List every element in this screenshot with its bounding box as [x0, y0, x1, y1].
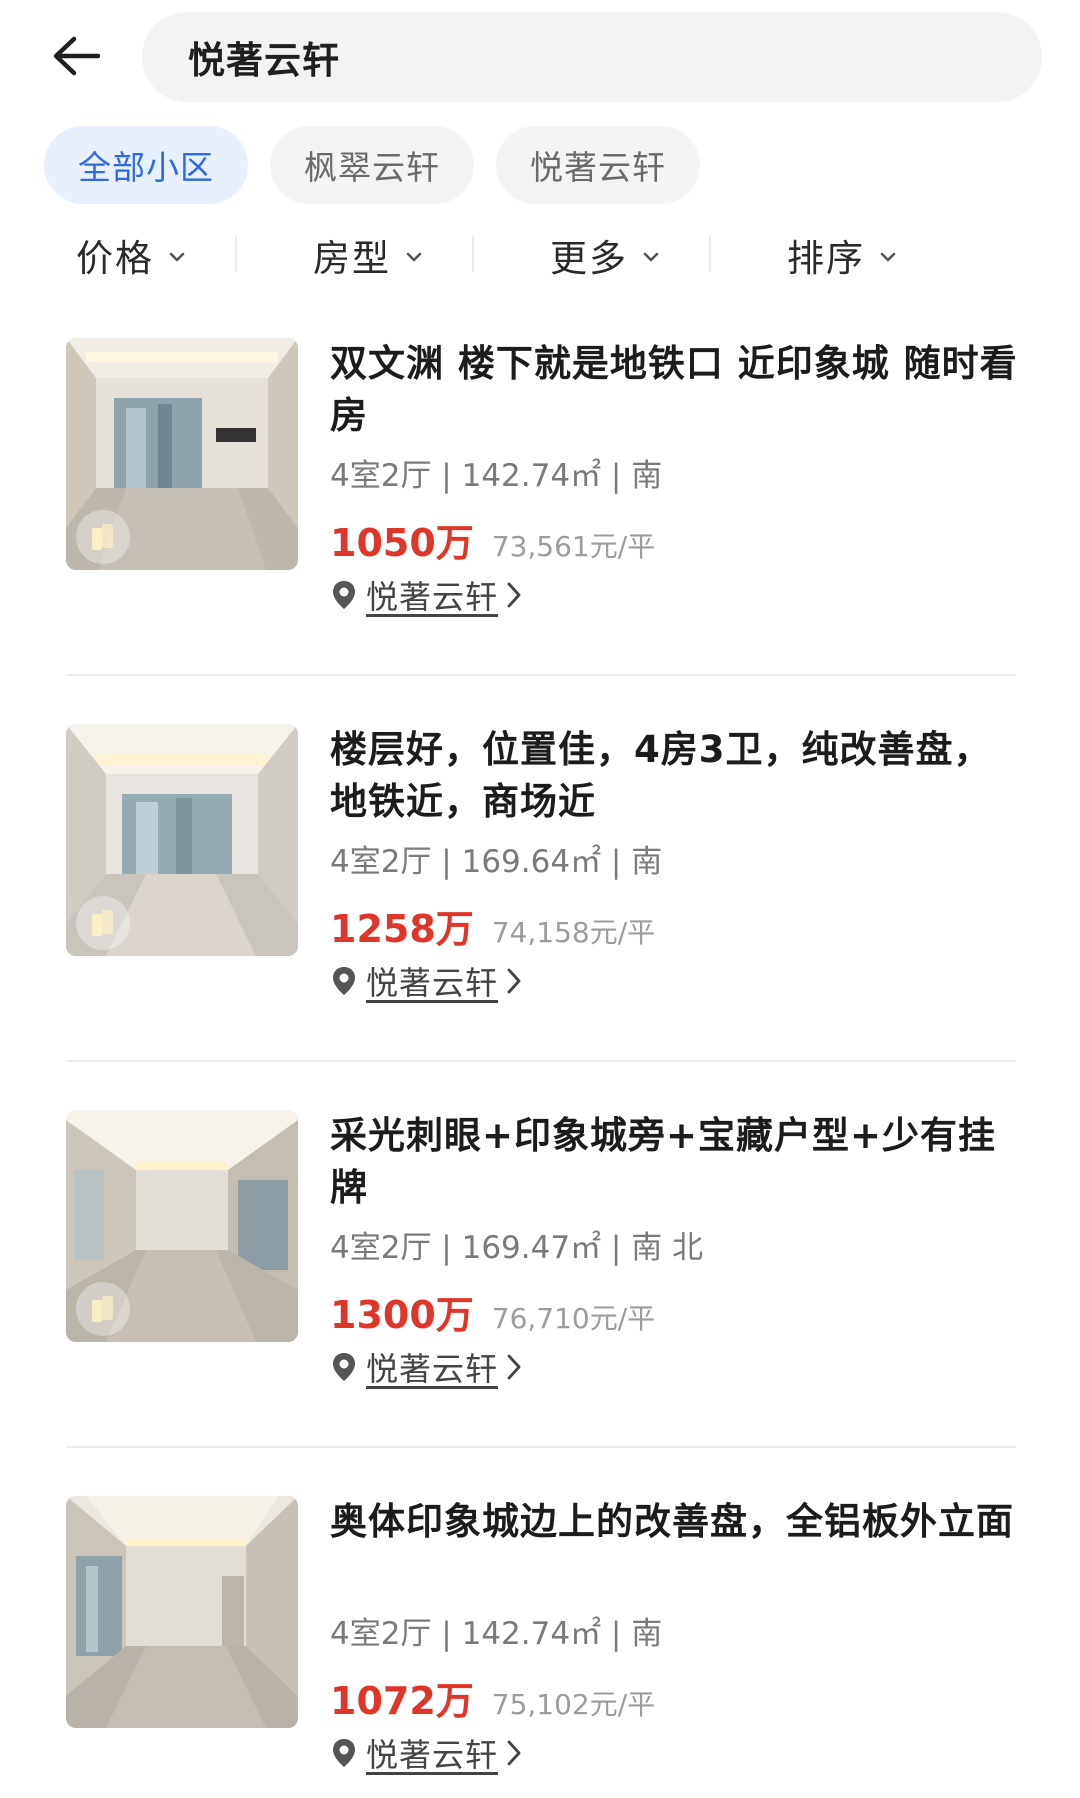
search-query-text: 悦著云轩 — [188, 39, 340, 82]
filter-sort[interactable]: 排序 — [711, 218, 948, 292]
listing-price-row: 1300万 76,710元/平 — [330, 1284, 1020, 1337]
listing-community-name: 悦著云轩 — [366, 578, 499, 616]
filter-price[interactable]: 价格 — [0, 218, 237, 292]
listing-photo — [66, 1496, 298, 1728]
listing-community-link[interactable]: 悦著云轩 — [330, 1730, 1020, 1776]
chip-community-yuezhu[interactable]: 悦著云轩 — [496, 126, 700, 204]
filter-layout-label: 房型 — [313, 237, 391, 280]
filter-more[interactable]: 更多 — [474, 218, 711, 292]
listing-divider — [66, 674, 1016, 676]
back-button[interactable] — [46, 30, 106, 82]
listing-unit-price: 73,561元/平 — [491, 530, 656, 563]
listing-total-price: 1072万 — [330, 1679, 474, 1723]
chip-all-communities[interactable]: 全部小区 — [44, 126, 248, 204]
listing-specs: 4室2厅 | 169.64㎡ | 南 — [330, 844, 663, 880]
chevron-right-icon — [507, 1740, 521, 1766]
listing-total-price: 1300万 — [330, 1293, 474, 1337]
location-pin-icon — [333, 967, 355, 995]
listing-specs: 4室2厅 | 169.47㎡ | 南 北 — [330, 1230, 704, 1266]
listing-card[interactable]: 采光刺眼+印象城旁+宝藏户型+少有挂牌 4室2厅 | 169.47㎡ | 南 北… — [66, 1110, 1016, 1490]
caret-down-icon — [880, 252, 896, 262]
location-pin-icon — [333, 1739, 355, 1767]
listing-specs: 4室2厅 | 142.74㎡ | 南 — [330, 458, 663, 494]
listing-title: 双文渊 楼下就是地铁口 近印象城 随时看房 — [330, 342, 1018, 437]
chevron-right-icon — [507, 968, 521, 994]
listing-unit-price: 76,710元/平 — [491, 1302, 656, 1335]
listing-info: 采光刺眼+印象城旁+宝藏户型+少有挂牌 4室2厅 | 169.47㎡ | 南 北… — [330, 1110, 1020, 1390]
caret-down-icon — [169, 252, 185, 262]
listing-title: 采光刺眼+印象城旁+宝藏户型+少有挂牌 — [330, 1114, 997, 1209]
vr-tour-icon — [76, 1282, 130, 1336]
listing-photo — [66, 338, 298, 570]
listing-specs: 4室2厅 | 142.74㎡ | 南 — [330, 1616, 663, 1652]
listing-price-row: 1258万 74,158元/平 — [330, 898, 1020, 951]
chevron-right-icon — [507, 1354, 521, 1380]
location-pin-icon — [333, 1353, 355, 1381]
community-chip-bar: 全部小区 枫翠云轩 悦著云轩 — [44, 126, 700, 204]
listing-community-link[interactable]: 悦著云轩 — [330, 572, 1020, 618]
listing-total-price: 1050万 — [330, 521, 474, 565]
listing-photo — [66, 724, 298, 956]
listing-community-name: 悦著云轩 — [366, 964, 499, 1002]
listing-community-link[interactable]: 悦著云轩 — [330, 958, 1020, 1004]
arrow-left-icon — [53, 36, 100, 76]
listing-card[interactable]: 楼层好，位置佳，4房3卫，纯改善盘，地铁近，商场近 4室2厅 | 169.64㎡… — [66, 724, 1016, 1104]
listing-total-price: 1258万 — [330, 907, 474, 951]
listing-unit-price: 75,102元/平 — [491, 1688, 656, 1721]
search-header: 悦著云轩 — [0, 0, 1080, 112]
search-results-page: 悦著云轩 全部小区 枫翠云轩 悦著云轩 价格 房型 更多 排序 双文渊 楼下就是… — [0, 0, 1080, 1798]
listing-unit-price: 74,158元/平 — [491, 916, 656, 949]
filter-price-label: 价格 — [76, 237, 154, 280]
chevron-right-icon — [507, 582, 521, 608]
filter-more-label: 更多 — [550, 237, 628, 280]
listing-card[interactable]: 双文渊 楼下就是地铁口 近印象城 随时看房 4室2厅 | 142.74㎡ | 南… — [66, 338, 1017, 718]
listing-info: 楼层好，位置佳，4房3卫，纯改善盘，地铁近，商场近 4室2厅 | 169.64㎡… — [330, 724, 1020, 1004]
listing-price-row: 1050万 73,561元/平 — [330, 512, 1020, 565]
caret-down-icon — [406, 252, 422, 262]
listing-info: 奥体印象城边上的改善盘，全铝板外立面 4室2厅 | 142.74㎡ | 南 10… — [330, 1496, 1020, 1776]
vr-tour-icon — [76, 510, 130, 564]
listing-divider — [66, 1060, 1016, 1062]
listing-photo — [66, 1110, 298, 1342]
listing-price-row: 1072万 75,102元/平 — [330, 1670, 1020, 1723]
search-input[interactable]: 悦著云轩 — [142, 12, 1042, 102]
chip-community-fengcui[interactable]: 枫翠云轩 — [270, 126, 474, 204]
caret-down-icon — [643, 252, 659, 262]
listing-community-link[interactable]: 悦著云轩 — [330, 1344, 1020, 1390]
filter-bar: 价格 房型 更多 排序 — [0, 218, 1080, 292]
listing-title: 楼层好，位置佳，4房3卫，纯改善盘，地铁近，商场近 — [330, 728, 992, 823]
listing-community-name: 悦著云轩 — [366, 1350, 499, 1388]
filter-layout[interactable]: 房型 — [237, 218, 474, 292]
listing-card[interactable]: 奥体印象城边上的改善盘，全铝板外立面 4室2厅 | 142.74㎡ | 南 10… — [66, 1496, 1016, 1798]
listing-divider — [66, 1446, 1016, 1448]
filter-sort-label: 排序 — [787, 237, 865, 280]
listing-info: 双文渊 楼下就是地铁口 近印象城 随时看房 4室2厅 | 142.74㎡ | 南… — [330, 338, 1020, 618]
location-pin-icon — [333, 581, 355, 609]
listing-title: 奥体印象城边上的改善盘，全铝板外立面 — [330, 1500, 1014, 1543]
vr-tour-icon — [76, 896, 130, 950]
listing-community-name: 悦著云轩 — [366, 1736, 499, 1774]
